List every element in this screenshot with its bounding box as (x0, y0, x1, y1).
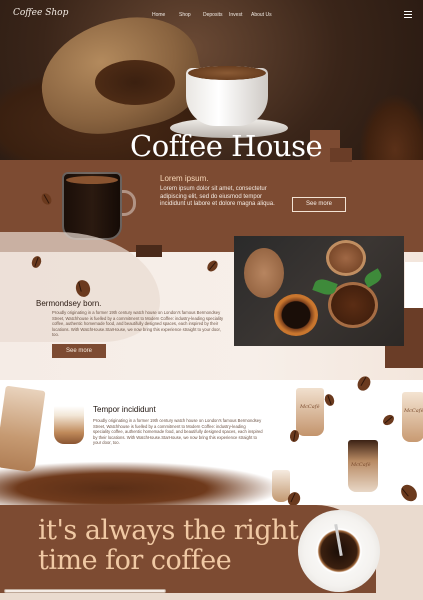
sack-beans-image (95, 60, 175, 105)
cup-label: McCafé (404, 408, 423, 414)
cup-label: McCafé (351, 462, 371, 468)
mccafe-cup-image (402, 392, 423, 442)
espresso-cup-image (274, 294, 318, 336)
nav-item-home[interactable]: Home (152, 12, 165, 18)
coffee-surface-image (188, 66, 266, 80)
decor-block (405, 262, 423, 308)
footer-tagline: it's always the right time for coffee (38, 515, 299, 576)
nav-item-invest[interactable]: Invest (229, 12, 242, 18)
tempor-text: Proudly originating in a former 19th cen… (93, 418, 263, 446)
coffee-crema (66, 176, 118, 184)
mccafe-cup-image (296, 388, 324, 436)
coffee-bowls-photo (234, 236, 404, 346)
intro-text: Lorem ipsum dolor sit amet, consectetur … (160, 186, 275, 207)
tempor-heading: Tempor incididunt (93, 405, 156, 414)
decor-block (330, 148, 352, 162)
nav-item-deposits[interactable]: Deposits (203, 12, 222, 18)
decor-block (136, 245, 162, 257)
intro-see-more-button[interactable]: See more (292, 197, 346, 212)
iced-coffee-image (54, 406, 84, 444)
intro-heading: Lorem ipsum. (160, 174, 209, 183)
nav-item-shop[interactable]: Shop (179, 12, 191, 18)
spoon-grounds-image (244, 248, 284, 298)
brand-logo[interactable]: Coffee Shop (13, 8, 68, 18)
about-text: Proudly originating in a former 19th cen… (52, 310, 224, 338)
bowl-grounds-image (326, 240, 366, 276)
coffee-beans-image (0, 462, 280, 506)
nav-item-about-us[interactable]: About Us (251, 12, 272, 18)
about-heading: Bermondsey born. (36, 299, 102, 308)
hamburger-icon[interactable] (404, 11, 412, 20)
horizontal-scrollbar[interactable] (4, 589, 166, 593)
page-title: Coffee House (130, 129, 323, 163)
cup-label: McCafé (300, 404, 320, 410)
about-see-more-button[interactable]: See more (52, 344, 106, 358)
